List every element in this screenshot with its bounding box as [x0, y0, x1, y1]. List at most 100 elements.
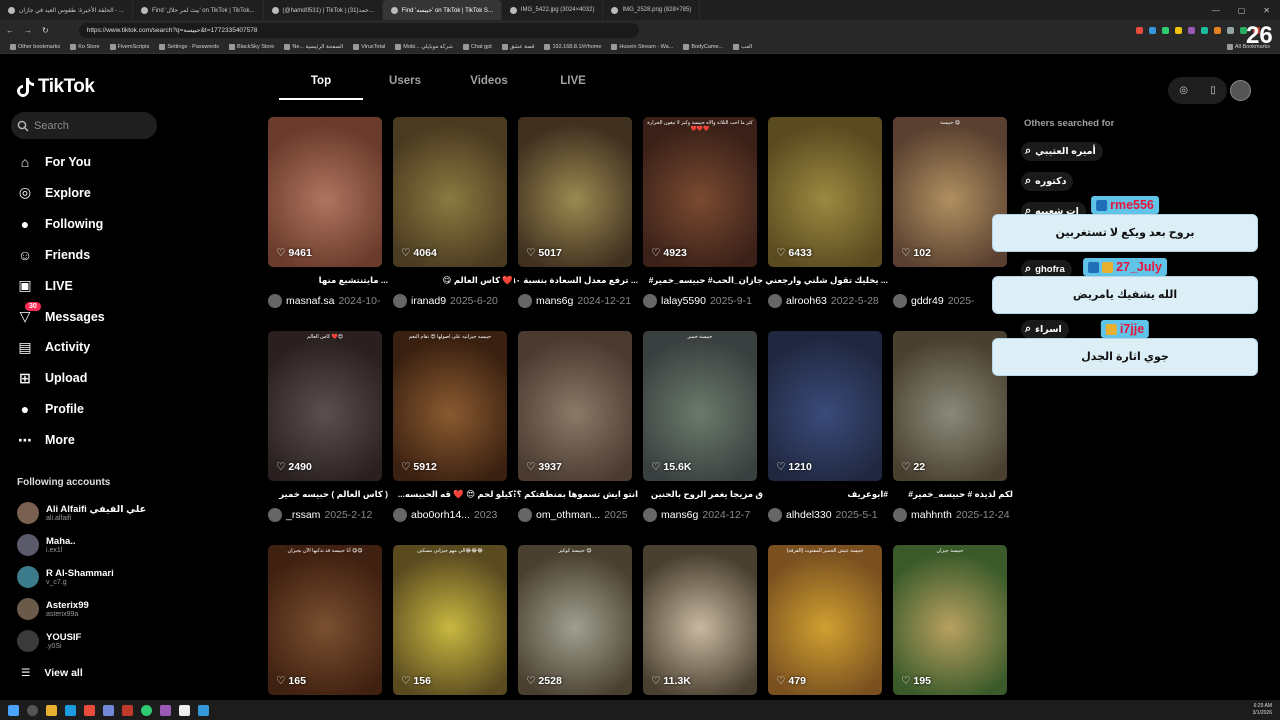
sidebar-item-friends[interactable]: ☺ Friends — [16, 245, 90, 265]
sidebar-item-more[interactable]: ⋯ More — [16, 430, 75, 450]
video-author[interactable]: _rssam 2025-2-12 — [268, 508, 392, 522]
sidebar-item-activity[interactable]: ▤ Activity — [16, 337, 90, 357]
close-window-icon[interactable]: ✕ — [1263, 6, 1270, 15]
video-author[interactable]: alrooh63 2022-5-28 — [768, 294, 892, 308]
tab-live[interactable]: LIVE — [531, 75, 615, 100]
browser-tab-active[interactable]: Find 'حبيسه' on TikTok | TikTok S... — [382, 0, 502, 20]
browser-tab[interactable]: Find 'بيت لمر حلال' on TikTok | TikTok..… — [133, 0, 264, 20]
bookmark-item[interactable]: FivemScripts — [109, 43, 149, 50]
following-account[interactable]: R Al-Shammari v_c7.g — [17, 566, 114, 588]
extension-icon[interactable] — [1175, 26, 1182, 34]
browser-tab[interactable]: IMG_2528.png (828×785) — [603, 0, 701, 20]
video-author[interactable]: mans6g 2024-12-7 — [643, 508, 767, 522]
video-description[interactable]: لكم لذيذه # حبيسه_خمير# — [889, 489, 1013, 500]
bookmark-item[interactable]: BlackSky Store — [229, 43, 274, 50]
sidebar-item-live[interactable]: ▣ LIVE — [16, 276, 72, 296]
sidebar-item-following[interactable]: ● Following — [16, 214, 104, 234]
video-thumbnail[interactable]: ♡ 1210 — [768, 331, 882, 481]
chrome-icon[interactable] — [141, 704, 152, 716]
video-thumbnail[interactable]: كاس العالم ❤️😍 ♡ 2490 — [268, 331, 382, 481]
file-explorer-icon[interactable] — [46, 704, 57, 716]
app-icon[interactable] — [179, 704, 190, 716]
video-thumbnail[interactable]: أنا حبيسة قد تذكيها الآن بجيزان 😋😋 ♡ 165 — [268, 545, 382, 695]
coins-icon[interactable]: ◎ — [1179, 85, 1188, 96]
extension-icon[interactable] — [1162, 26, 1169, 34]
video-description[interactable]: ... مايتنتشبع منها — [264, 275, 388, 286]
sidebar-item-upload[interactable]: ⊞ Upload — [16, 368, 87, 388]
sidebar-item-for-you[interactable]: ⌂ For You — [16, 152, 91, 172]
bookmark-item[interactable]: 192.168.8.1/#/home — [544, 43, 601, 50]
video-description[interactable]: #ابوعريف — [764, 489, 888, 500]
video-description[interactable]: ( كاس العالم ) حبيسه خمير — [264, 489, 388, 500]
video-thumbnail[interactable]: حبيسة 😋 ♡ 102 — [893, 117, 1007, 267]
device-icon[interactable]: ▯ — [1210, 85, 1216, 96]
sidebar-item-explore[interactable]: ◎ Explore — [16, 183, 91, 203]
bookmark-item[interactable]: VirusTotal — [353, 43, 385, 50]
minimize-icon[interactable]: — — [1212, 6, 1220, 15]
search-icon[interactable] — [27, 704, 38, 716]
tab-users[interactable]: Users — [363, 75, 447, 100]
bookmark-item[interactable]: BodyCame... — [683, 43, 723, 50]
start-icon[interactable] — [8, 704, 19, 716]
bookmark-item[interactable]: Ne... الصفحة الرئيسية — [284, 43, 343, 50]
bookmark-item[interactable]: Husein Stream - Wa... — [611, 43, 673, 50]
extension-icon[interactable] — [1214, 26, 1221, 34]
following-account[interactable]: Asterix99 asterix99a — [17, 598, 89, 620]
video-thumbnail[interactable]: ♡ 6433 — [768, 117, 882, 267]
related-search-chip[interactable]: ⌕ دكتوره — [1021, 172, 1074, 191]
bookmark-item[interactable]: قصة عشق — [501, 43, 534, 50]
video-thumbnail[interactable]: ♡ 4064 — [393, 117, 507, 267]
forward-icon[interactable]: → — [24, 26, 32, 35]
video-thumbnail[interactable]: ♡ 22 — [893, 331, 1007, 481]
video-author[interactable]: mans6g 2024-12-21 — [518, 294, 642, 308]
video-thumbnail[interactable]: ♡ 11.3K — [643, 545, 757, 695]
video-thumbnail[interactable]: حبيسه جيزانيه على اصولها 😍 تقام النعم ♡ 59… — [393, 331, 507, 481]
browser-tab[interactable]: IMG_5422.jpg (3024×4032) — [502, 0, 604, 20]
following-account[interactable]: Ali Alfaifi علي الفيفي ali.alfaifi — [17, 502, 146, 524]
search-input[interactable]: Search — [11, 112, 157, 139]
video-author[interactable]: masnaf.sa 2024-10- — [268, 294, 392, 308]
sidebar-item-messages[interactable]: ▽ 30 Messages — [16, 302, 105, 327]
app-icon[interactable] — [122, 704, 133, 716]
video-author[interactable]: iranad9 2025-6-20 — [393, 294, 517, 308]
video-thumbnail[interactable]: ♡ 3937 — [518, 331, 632, 481]
bookmark-item[interactable]: العب — [733, 43, 752, 50]
video-thumbnail[interactable]: حبيسة كوكيز 😋 ♡ 2528 — [518, 545, 632, 695]
address-bar[interactable]: https://www.tiktok.com/search?q=حبيسه&t=… — [78, 22, 639, 38]
view-all-button[interactable]: ☰ View all — [21, 667, 83, 679]
video-description[interactable]: جازان_الحب# حبيسه_خمير# — [639, 275, 763, 286]
video-thumbnail[interactable]: حبيسة خمير ♡ 15.6K — [643, 331, 757, 481]
video-thumbnail[interactable]: ♡ 9461 — [268, 117, 382, 267]
video-thumbnail[interactable]: الي مهو جيزاني مسكين😂😂😂 ♡ 156 — [393, 545, 507, 695]
bookmark-item[interactable]: Mobi... شركة موبايلي — [395, 43, 453, 50]
video-thumbnail[interactable]: كثر ما احب الثلاثة والاه حبيسة وكبز لا ت… — [643, 117, 757, 267]
app-icon[interactable] — [198, 704, 209, 716]
tab-top[interactable]: Top — [279, 75, 363, 100]
maximize-icon[interactable]: ▢ — [1238, 6, 1246, 15]
extension-icon[interactable] — [1227, 26, 1234, 34]
related-search-chip[interactable]: ⌕ اسراء — [1021, 320, 1069, 339]
app-icon[interactable] — [65, 704, 76, 716]
app-icon[interactable] — [160, 704, 171, 716]
video-description[interactable]: ق مزيجا يغمر الروح بالحنين — [639, 489, 763, 500]
video-author[interactable]: alhdel330 2025-5-1 — [768, 508, 892, 522]
bookmark-item[interactable]: Settings - Passwords — [159, 43, 219, 50]
video-author[interactable]: mahhnth 2025-12-24 — [893, 508, 1017, 522]
video-author[interactable]: lalay5590 2025-9-1 — [643, 294, 767, 308]
browser-tab[interactable]: الحلقة الأخيرة: طقوس العيد في جازان - ..… — [0, 0, 133, 20]
tiktok-logo[interactable]: TikTok — [17, 76, 95, 98]
sidebar-item-profile[interactable]: ● Profile — [16, 399, 84, 419]
bookmark-item[interactable]: Chat gpt — [463, 43, 492, 50]
browser-tab[interactable]: (@hamd0531) | TikTok | حمد(31)... — [264, 0, 383, 20]
video-description[interactable]: ... ترفع معدل السعادة بنسبة ٩٠ — [514, 275, 638, 286]
video-description[interactable]: انتو ايش تسموها بمنطقتكم ؟؟ — [514, 489, 638, 500]
video-description[interactable]: ❤️ كاس العالم 😋 — [389, 275, 513, 286]
bookmark-item[interactable]: Other bookmarks — [10, 43, 60, 50]
video-thumbnail[interactable]: حبيسة جيزان ♡ 195 — [893, 545, 1007, 695]
user-avatar[interactable] — [1230, 80, 1251, 101]
related-search-chip[interactable]: ⌕ أميره العتيبي — [1021, 142, 1103, 161]
extension-icon[interactable] — [1136, 26, 1143, 34]
video-thumbnail[interactable]: ♡ 5017 — [518, 117, 632, 267]
video-description[interactable]: ... يخليك تقول شلني وارجعني — [764, 275, 888, 286]
following-account[interactable]: YOUSIF .y0Si — [17, 630, 81, 652]
